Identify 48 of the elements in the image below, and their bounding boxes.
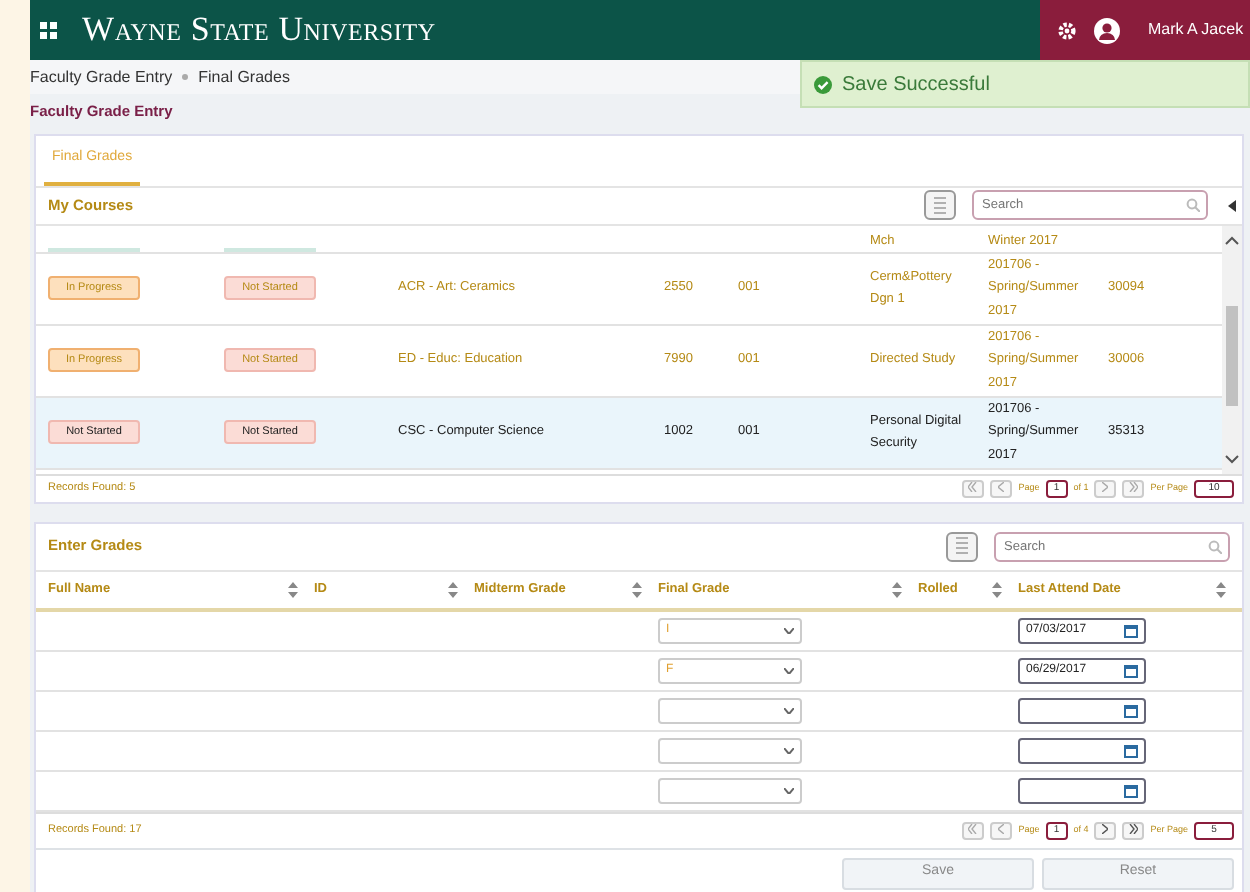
status-tag-edge [224, 247, 316, 251]
sort-icon [892, 581, 902, 597]
separator-icon [182, 74, 189, 80]
caret-icon [784, 627, 794, 633]
last-page-icon [1128, 823, 1139, 834]
calendar-icon[interactable] [1124, 743, 1138, 757]
columns-button[interactable] [946, 531, 978, 561]
collapse-icon[interactable] [1228, 199, 1236, 211]
last-page-button[interactable] [1122, 821, 1145, 839]
settings-icon[interactable] [1056, 19, 1078, 41]
prev-icon [998, 481, 1005, 492]
caret-icon [784, 747, 794, 753]
search-icon [1186, 198, 1200, 212]
next-icon [1102, 823, 1109, 834]
breadcrumb-current: Final Grades [198, 65, 290, 89]
sort-icon [1216, 581, 1226, 597]
user-avatar-icon[interactable] [1094, 17, 1120, 43]
date-field[interactable] [1018, 777, 1146, 803]
calendar-icon[interactable] [1124, 663, 1138, 677]
user-name[interactable]: Mark A Jacek [1148, 18, 1244, 42]
sort-icon [448, 581, 458, 597]
first-page-icon [968, 481, 979, 492]
sort-icon [288, 581, 298, 597]
sort-icon [632, 581, 642, 597]
next-page-button[interactable] [1094, 821, 1117, 839]
prev-icon [998, 823, 1005, 834]
caret-icon [784, 667, 794, 673]
menu-icon[interactable] [40, 21, 58, 39]
calendar-icon[interactable] [1124, 783, 1138, 797]
search-icon [1208, 539, 1222, 553]
brand-logo[interactable]: Wayne State University [82, 4, 436, 56]
breadcrumb-link[interactable]: Faculty Grade Entry [30, 65, 173, 89]
date-field[interactable] [1018, 737, 1146, 763]
calendar-icon[interactable] [1124, 703, 1138, 717]
last-page-icon [1128, 481, 1139, 492]
check-circle-icon [814, 75, 832, 93]
first-page-icon [968, 823, 979, 834]
caret-icon [784, 707, 794, 713]
status-tag-edge [48, 247, 140, 251]
caret-icon [784, 787, 794, 793]
list-icon [954, 536, 970, 555]
calendar-icon[interactable] [1124, 623, 1138, 637]
date-field[interactable] [1018, 697, 1146, 723]
toast-message: Save Successful [842, 71, 990, 99]
list-icon [932, 195, 948, 214]
next-icon [1102, 481, 1109, 492]
columns-button[interactable] [924, 190, 956, 220]
sort-icon [992, 581, 1002, 597]
